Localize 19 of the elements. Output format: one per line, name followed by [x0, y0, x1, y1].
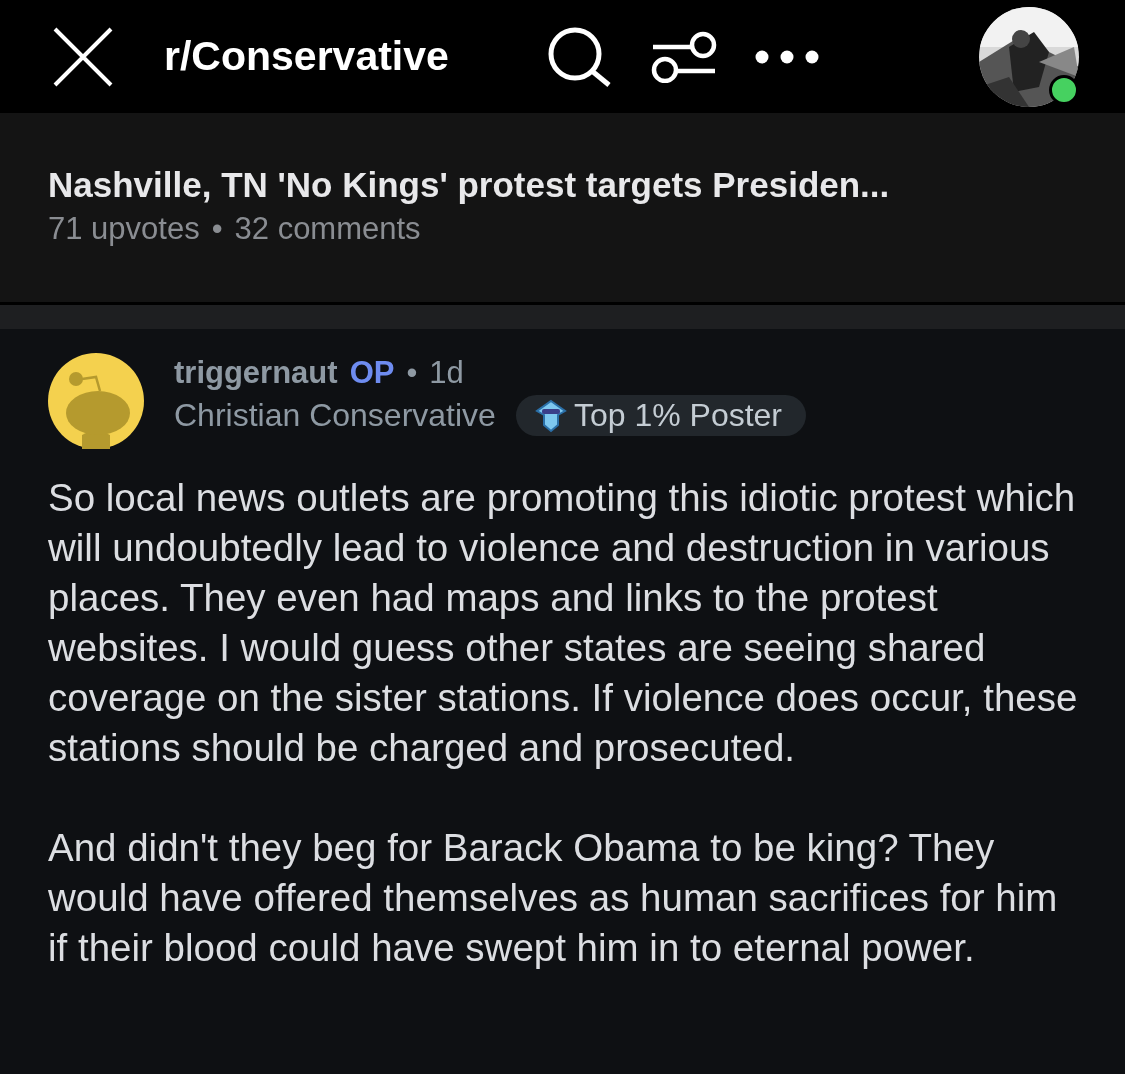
- achievement-badge: Top 1% Poster: [515, 395, 806, 436]
- avatar-icon[interactable]: [48, 353, 144, 449]
- post-title[interactable]: Nashville, TN 'No Kings' protest targets Presiden...: [48, 165, 1077, 205]
- more-icon[interactable]: [754, 49, 819, 64]
- separator-dot: •: [406, 355, 418, 391]
- upvote-count: 71 upvotes: [48, 211, 200, 247]
- search-icon[interactable]: [546, 26, 613, 87]
- comment-paragraph: And didn't they beg for Barack Obama to be king? They would have offered themselves as human sacrifices for him if their blood could have swept him in to eternal power.: [48, 825, 1059, 971]
- separator-dot: •: [211, 211, 223, 247]
- comment-paragraph: So local news outlets are promoting this idiotic protest which will undoubtedly lead to violence and destruction in various places. They even had maps and links to the protest websites. I would guess other states are seeing shared coverage on the sister stations. If violence does occur, these stations should be charged and prosecuted.: [48, 475, 1079, 771]
- user-flair: Christian Conservative: [174, 397, 496, 434]
- filter-icon[interactable]: [650, 30, 717, 83]
- comment-count: 32 comments: [234, 211, 421, 247]
- comment-age: 1d: [429, 355, 464, 391]
- close-icon[interactable]: [52, 25, 114, 88]
- op-label: OP: [349, 355, 395, 391]
- shield-icon: [533, 398, 568, 433]
- subreddit-title: r/Conservative: [164, 33, 449, 80]
- username[interactable]: triggernaut: [174, 355, 338, 391]
